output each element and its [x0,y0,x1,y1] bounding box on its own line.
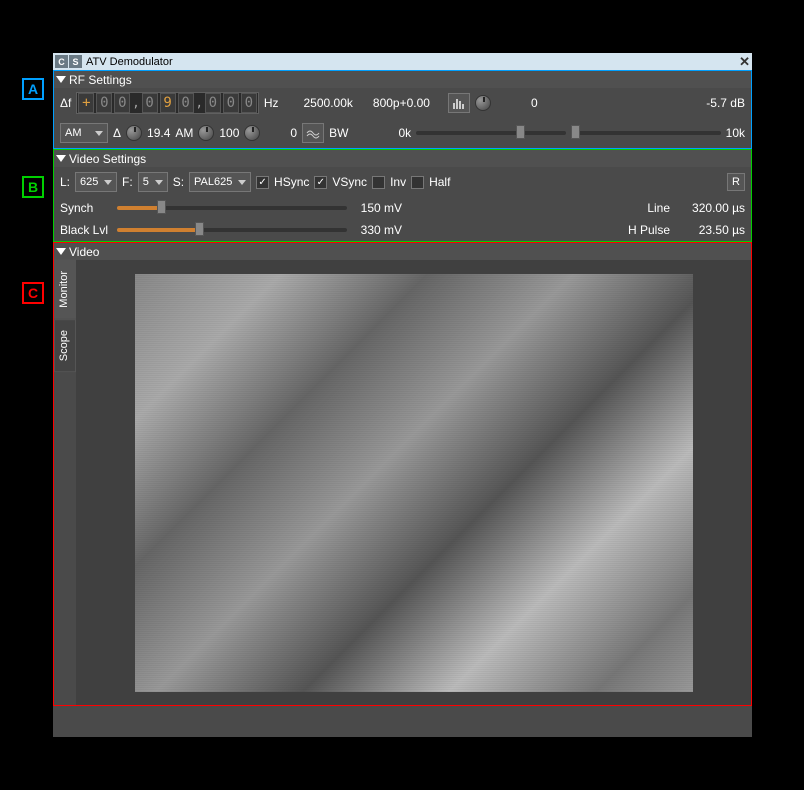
collapse-icon [56,76,66,83]
digit[interactable]: 0 [205,93,221,113]
val0: 0 [531,96,538,110]
video-display-area [76,260,751,705]
knob2-val: 100 [219,126,239,140]
filter-icon[interactable] [302,123,324,143]
vs-row-3: Black Lvl 330 mV H Pulse 23.50 µs [54,219,751,241]
db-value: -5.7 dB [706,96,745,110]
rf-header-label: RF Settings [69,73,132,87]
synch-label: Synch [60,201,112,215]
knob[interactable] [475,95,491,111]
rf-settings-panel: RF Settings Δf + 0 0 , 0 9 0 , 0 0 0 Hz … [53,70,752,149]
knob1-val: 19.4 [147,126,170,140]
hz-label: Hz [264,96,279,110]
c-button[interactable]: C [55,55,68,68]
inv-checkbox[interactable] [372,176,385,189]
blacklvl-slider[interactable] [117,228,347,232]
video-settings-header[interactable]: Video Settings [54,150,751,167]
marker-b: B [22,176,44,198]
knob-am[interactable] [198,125,214,141]
hpulse-value: 23.50 µs [675,223,745,237]
separator: , [195,96,204,110]
reset-button[interactable]: R [727,173,745,191]
histogram-icon[interactable] [448,93,470,113]
synch-value: 150 mV [352,201,402,215]
digit[interactable]: 9 [160,93,176,113]
tab-scope[interactable]: Scope [54,319,76,372]
video-body: Monitor Scope [54,260,751,705]
knob-delta[interactable] [126,125,142,141]
bw-hi: 10k [726,126,745,140]
knob3-val: 0 [290,126,297,140]
inv-label: Inv [390,175,406,189]
s-label: S: [173,175,184,189]
bw-slider[interactable] [416,131,566,135]
am-label: AM [175,126,193,140]
video-settings-panel: Video Settings L: 625 F: 5 S: PAL625 ✓ H… [53,149,752,242]
sample-rate: 2500.00k [304,96,353,110]
frequency-digits[interactable]: + 0 0 , 0 9 0 , 0 0 0 [76,92,258,114]
hsync-checkbox[interactable]: ✓ [256,176,269,189]
vs-row-1: L: 625 F: 5 S: PAL625 ✓ HSync ✓ VSync In… [54,167,751,197]
l-label: L: [60,175,70,189]
digit[interactable]: 0 [96,93,112,113]
digit[interactable]: 0 [241,93,257,113]
video-panel: Video Monitor Scope [53,242,752,706]
video-header[interactable]: Video [54,243,751,260]
hsync-label: HSync [274,175,309,189]
rf-row-2: AM Δ 19.4 AM 100 0 BW 0k 10k [54,118,751,148]
frames-select[interactable]: 5 [138,172,168,192]
vsync-label: VSync [332,175,367,189]
collapse-icon [56,248,66,255]
half-label: Half [429,175,450,189]
tab-monitor[interactable]: Monitor [54,260,76,319]
bw-slider-2[interactable] [571,131,721,135]
synch-slider[interactable] [117,206,347,210]
delta-label: Δ [113,126,121,140]
marker-a: A [22,78,44,100]
bw-label: BW [329,126,348,140]
digit[interactable]: 0 [223,93,239,113]
video-tabs: Monitor Scope [54,260,76,705]
close-icon[interactable]: ✕ [739,54,750,70]
standard-select[interactable]: PAL625 [189,172,251,192]
vs-row-2: Synch 150 mV Line 320.00 µs [54,197,751,219]
standard-value: PAL625 [194,176,232,188]
digit[interactable]: 0 [178,93,194,113]
video-image [135,274,693,692]
bandpass: 800p+0.00 [373,96,430,110]
blacklvl-value: 330 mV [352,223,402,237]
digit[interactable]: 0 [114,93,130,113]
modulation-value: AM [65,127,82,139]
rf-row-1: Δf + 0 0 , 0 9 0 , 0 0 0 Hz 2500.00k 800… [54,88,751,118]
titlebar: C S ATV Demodulator ✕ [53,53,752,70]
digit-sign[interactable]: + [78,93,94,113]
modulation-select[interactable]: AM [60,123,108,143]
line-value: 320.00 µs [675,201,745,215]
knob3[interactable] [244,125,260,141]
lines-select[interactable]: 625 [75,172,117,192]
marker-c: C [22,282,44,304]
window-title: ATV Demodulator [86,56,739,68]
video-header-label: Video [69,245,99,259]
separator: , [131,96,140,110]
frames-value: 5 [143,176,149,188]
collapse-icon [56,155,66,162]
line-label: Line [647,201,670,215]
blacklvl-label: Black Lvl [60,223,112,237]
window: C S ATV Demodulator ✕ RF Settings Δf + 0… [53,53,752,737]
s-button[interactable]: S [69,55,82,68]
lines-value: 625 [80,176,98,188]
video-settings-label: Video Settings [69,152,146,166]
half-checkbox[interactable] [411,176,424,189]
delta-f-label: Δf [60,96,71,110]
f-label: F: [122,175,133,189]
digit[interactable]: 0 [142,93,158,113]
bw-lo: 0k [398,126,411,140]
vsync-checkbox[interactable]: ✓ [314,176,327,189]
rf-header[interactable]: RF Settings [54,71,751,88]
hpulse-label: H Pulse [628,223,670,237]
